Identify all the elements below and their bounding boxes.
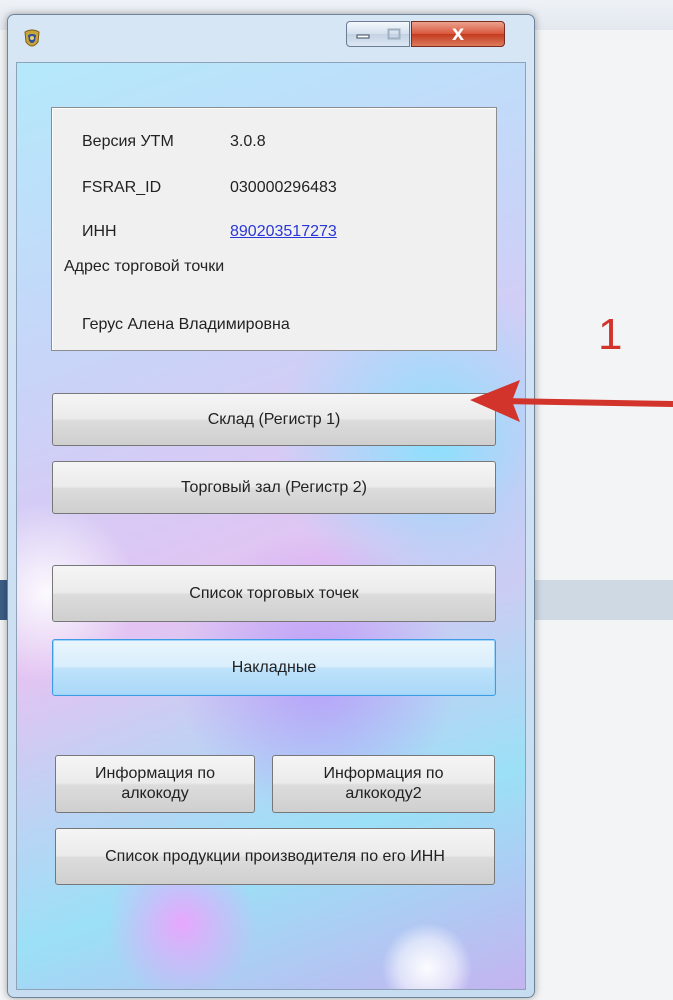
fsrar-id-label: FSRAR_ID — [82, 179, 162, 196]
alcocode-info-line2: алкокоду — [121, 785, 189, 802]
alcocode2-info-button[interactable]: Информация по алкокоду2 — [272, 755, 495, 813]
maximize-icon — [387, 28, 401, 40]
close-button[interactable]: X — [411, 21, 505, 47]
inn-label: ИНН — [82, 223, 117, 240]
title-bar[interactable]: X — [8, 15, 534, 63]
close-icon: X — [451, 24, 465, 44]
owner-name: Герус Алена Владимировна — [82, 316, 290, 333]
alcocode-info-button[interactable]: Информация по алкокоду — [55, 755, 255, 813]
inn-link[interactable]: 890203517273 — [230, 223, 337, 241]
minimize-icon — [356, 34, 370, 39]
background-strip — [533, 580, 673, 620]
version-value: 3.0.8 — [230, 133, 266, 150]
invoices-button[interactable]: Накладные — [52, 639, 496, 696]
client-area: Версия УТМ 3.0.8 FSRAR_ID 030000296483 И… — [16, 62, 526, 990]
maximize-button[interactable] — [379, 21, 410, 47]
annotation-number: 1 — [598, 310, 623, 359]
alcocode-info-line1: Информация по — [95, 765, 215, 782]
fsrar-id-value: 030000296483 — [230, 179, 337, 196]
annotation-arrow — [470, 380, 673, 422]
version-label: Версия УТМ — [82, 133, 174, 150]
emblem-icon — [24, 29, 40, 47]
info-panel: Версия УТМ 3.0.8 FSRAR_ID 030000296483 И… — [51, 107, 497, 351]
minimize-button[interactable] — [346, 21, 380, 47]
outlets-list-button[interactable]: Список торговых точек — [52, 565, 496, 622]
alcocode2-info-line1: Информация по — [323, 765, 444, 782]
address-label: Адрес торговой точки — [64, 258, 225, 275]
warehouse-button[interactable]: Склад (Регистр 1) — [52, 393, 496, 446]
app-window: X Версия УТМ 3.0.8 FSRAR_ID 030000296483… — [7, 14, 535, 998]
alcocode2-info-line2: алкокоду2 — [345, 785, 422, 802]
producer-products-button[interactable]: Список продукции производителя по его ИН… — [55, 828, 495, 885]
trade-hall-button[interactable]: Торговый зал (Регистр 2) — [52, 461, 496, 514]
